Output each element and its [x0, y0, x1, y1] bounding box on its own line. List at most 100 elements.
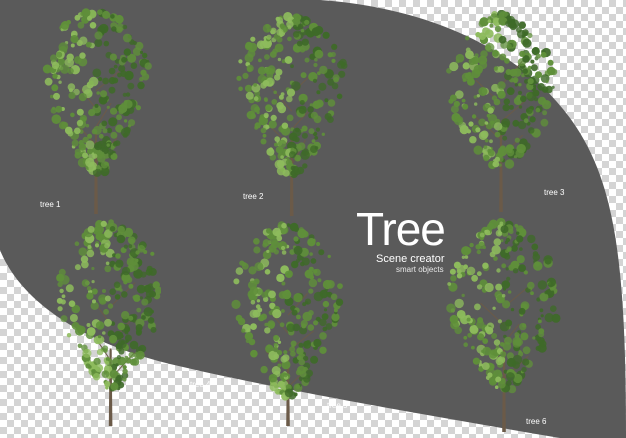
foliage-cluster	[292, 323, 301, 332]
foliage-cluster	[518, 307, 526, 315]
foliage-cluster	[99, 90, 108, 98]
foliage-cluster	[92, 153, 98, 159]
foliage-cluster	[110, 145, 115, 150]
foliage-cluster	[150, 251, 155, 256]
tree-6-image	[446, 218, 561, 432]
foliage-cluster	[76, 119, 84, 127]
foliage-cluster	[319, 332, 327, 340]
foliage-cluster	[493, 98, 501, 106]
foliage-cluster	[283, 373, 288, 378]
foliage-cluster	[482, 149, 486, 154]
foliage-cluster	[117, 322, 125, 331]
foliage-cluster	[103, 40, 110, 47]
foliage-cluster	[316, 90, 321, 95]
foliage-cluster	[482, 27, 490, 35]
foliage-cluster	[273, 90, 277, 95]
foliage-cluster	[514, 83, 518, 87]
tree-4-label: tree 4	[190, 380, 211, 389]
foliage-cluster	[468, 121, 474, 127]
foliage-cluster	[97, 334, 102, 339]
foliage-cluster	[468, 58, 476, 66]
foliage-cluster	[102, 10, 111, 19]
foliage-cluster	[91, 369, 96, 374]
foliage-cluster	[78, 247, 88, 256]
foliage-cluster	[108, 67, 116, 75]
foliage-cluster	[284, 270, 292, 278]
foliage-cluster	[85, 140, 95, 150]
foliage-cluster	[469, 242, 474, 248]
foliage-cluster	[505, 237, 511, 243]
foliage-cluster	[274, 43, 284, 53]
foliage-cluster	[106, 105, 110, 109]
foliage-cluster	[247, 49, 256, 58]
foliage-cluster	[331, 58, 336, 64]
foliage-cluster	[487, 19, 492, 23]
foliage-cluster	[462, 62, 470, 70]
foliage-cluster	[540, 118, 549, 127]
foliage-cluster	[501, 118, 511, 128]
foliage-cluster	[550, 305, 557, 312]
foliage-cluster	[80, 11, 85, 16]
foliage-cluster	[52, 73, 58, 79]
foliage-cluster	[538, 331, 545, 338]
foliage-cluster	[296, 40, 303, 47]
foliage-cluster	[545, 79, 549, 84]
foliage-cluster	[109, 288, 116, 295]
foliage-cluster	[300, 72, 307, 79]
foliage-cluster	[110, 382, 119, 391]
foliage-cluster	[87, 225, 95, 233]
foliage-cluster	[507, 290, 512, 294]
foliage-cluster	[55, 105, 63, 113]
foliage-cluster	[95, 364, 104, 373]
foliage-cluster	[272, 227, 281, 237]
foliage-cluster	[337, 283, 343, 289]
foliage-cluster	[500, 225, 509, 234]
foliage-cluster	[128, 244, 133, 249]
foliage-cluster	[509, 68, 518, 77]
foliage-cluster	[109, 53, 117, 61]
foliage-cluster	[150, 326, 157, 333]
foliage-cluster	[505, 20, 512, 27]
tree-5-label: tree 5	[327, 401, 348, 410]
foliage-cluster	[276, 36, 283, 43]
foliage-cluster	[106, 127, 113, 134]
foliage-cluster	[287, 36, 292, 42]
foliage-cluster	[318, 249, 325, 256]
tree-2-label: tree 2	[243, 192, 264, 201]
foliage-cluster	[480, 130, 489, 139]
foliage-cluster	[266, 344, 272, 349]
foliage-cluster	[93, 125, 102, 135]
foliage-cluster	[264, 269, 271, 275]
foliage-cluster	[477, 241, 486, 249]
foliage-cluster	[520, 332, 529, 341]
foliage-cluster	[250, 104, 260, 113]
foliage-cluster	[532, 251, 539, 257]
foliage-cluster	[327, 254, 331, 259]
foliage-cluster	[260, 365, 268, 374]
foliage-cluster	[297, 142, 306, 151]
foliage-cluster	[542, 110, 548, 116]
foliage-cluster	[495, 283, 503, 291]
foliage-cluster	[74, 264, 81, 271]
foliage-cluster	[56, 51, 63, 58]
foliage-cluster	[456, 264, 466, 274]
foliage-cluster	[298, 342, 304, 348]
foliage-cluster	[261, 291, 268, 298]
foliage-cluster	[466, 266, 476, 276]
foliage-cluster	[68, 91, 76, 100]
foliage-cluster	[522, 346, 531, 355]
tree-3-label: tree 3	[544, 188, 565, 197]
foliage-cluster	[313, 62, 318, 68]
foliage-cluster	[124, 355, 129, 360]
foliage-cluster	[522, 323, 527, 328]
foliage-cluster	[301, 257, 310, 266]
foliage-cluster	[77, 21, 85, 29]
foliage-cluster	[96, 91, 100, 95]
foliage-cluster	[304, 19, 310, 25]
foliage-cluster	[97, 154, 106, 163]
foliage-cluster	[266, 28, 271, 32]
foliage-cluster	[322, 279, 332, 290]
foliage-cluster	[121, 266, 131, 276]
foliage-cluster	[245, 91, 254, 100]
foliage-cluster	[101, 120, 108, 127]
